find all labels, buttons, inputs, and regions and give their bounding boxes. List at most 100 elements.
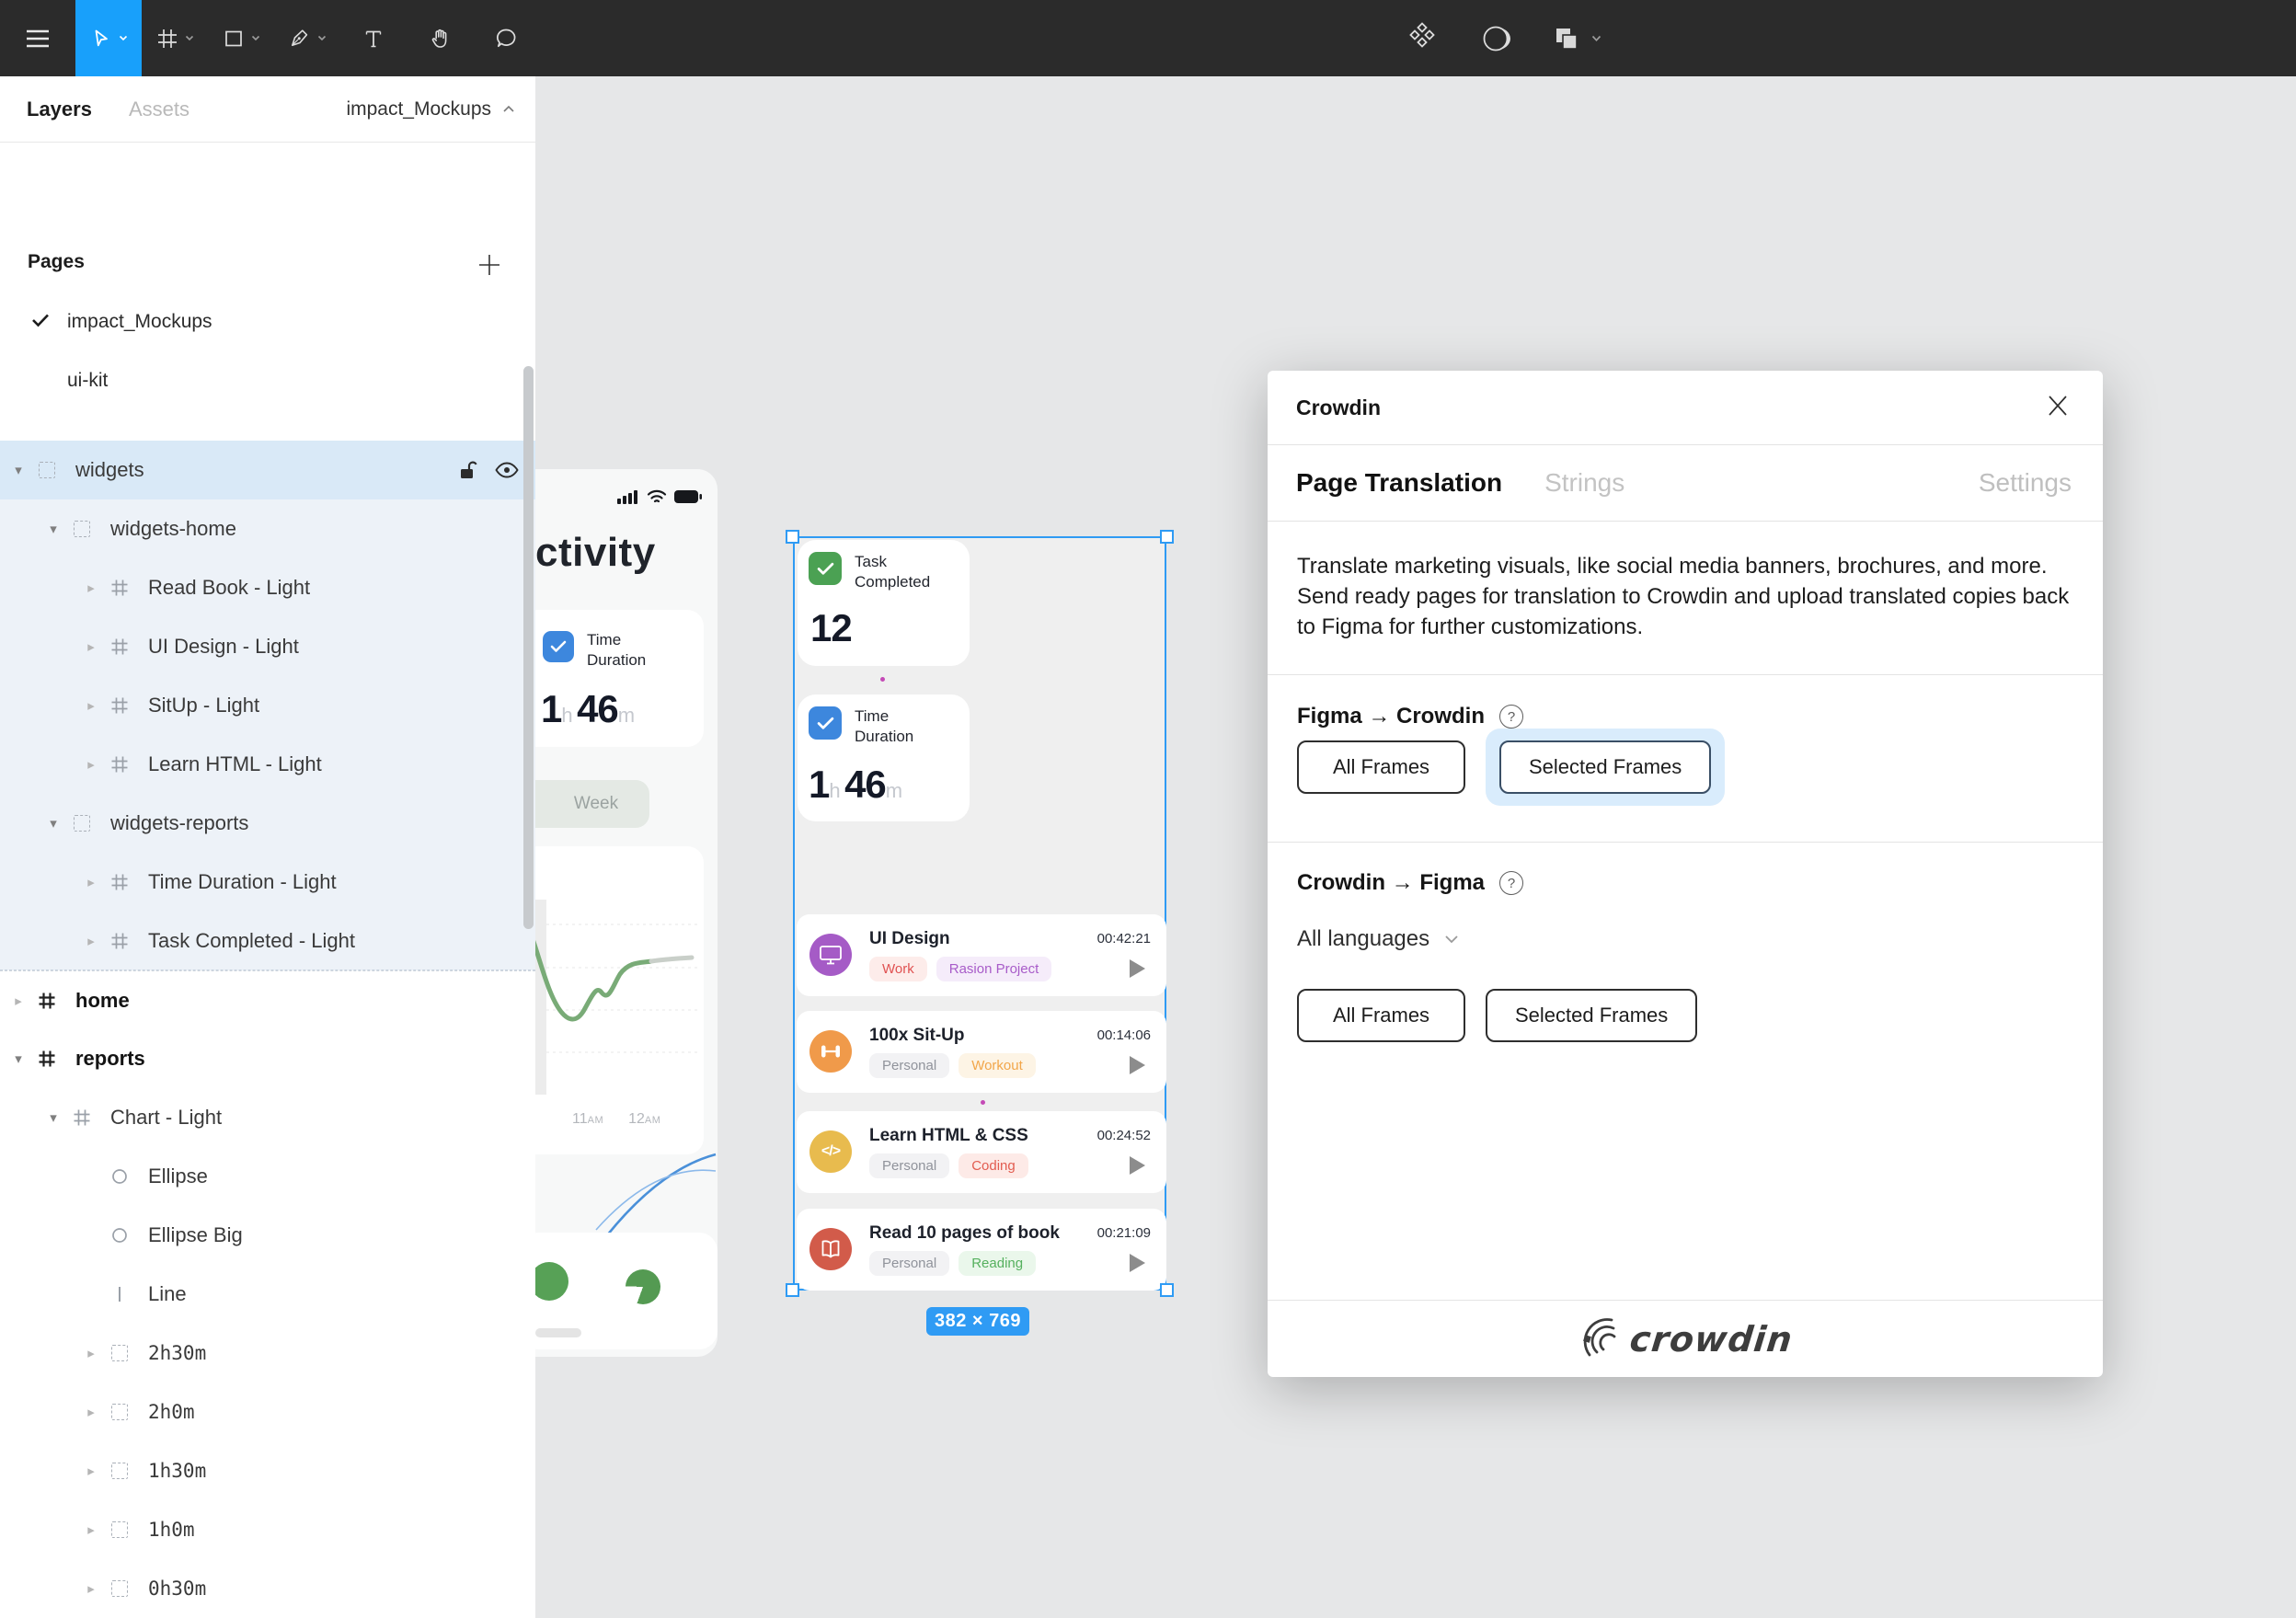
layer-row-widgets-home[interactable]: ▾ widgets-home (0, 499, 535, 558)
task-category-icon (809, 1030, 852, 1073)
tab-strings[interactable]: Strings (1544, 468, 1624, 498)
group-icon (111, 1463, 128, 1479)
widget-value: 12 (810, 606, 853, 649)
shape-tool-button[interactable] (208, 0, 274, 76)
collapse-chevron-icon[interactable]: ▸ (80, 579, 102, 596)
selected-frames-button[interactable]: Selected Frames (1499, 740, 1712, 794)
text-tool-button[interactable] (340, 0, 407, 76)
mockup-widgets-home[interactable]: ctivity Time Duration 1h 46m Week 11AM 1… (535, 469, 718, 1357)
layer-row-ui-design-light[interactable]: ▸ UI Design - Light (0, 617, 535, 676)
task-completed-widget[interactable]: Task Completed 12 (798, 540, 970, 666)
play-button[interactable] (1130, 1254, 1145, 1272)
layer-row-2h0m[interactable]: ▸ 2h0m (0, 1383, 535, 1441)
page-selector[interactable]: impact_Mockups (346, 98, 515, 120)
tab-layers[interactable]: Layers (27, 98, 92, 121)
selection-handle-top-right[interactable] (1160, 530, 1174, 544)
move-tool-button[interactable] (75, 0, 142, 76)
collapse-chevron-icon[interactable]: ▸ (80, 1521, 102, 1538)
dialog-tabs: Page Translation Strings Settings (1268, 445, 2103, 522)
unlock-icon[interactable] (458, 459, 478, 481)
frame-tool-button[interactable] (142, 0, 208, 76)
language-selector[interactable]: All languages (1297, 926, 1459, 952)
play-button[interactable] (1130, 1156, 1145, 1175)
layer-row-ellipse[interactable]: Ellipse (0, 1147, 535, 1206)
all-frames-button[interactable]: All Frames (1297, 740, 1465, 794)
hand-tool-button[interactable] (407, 0, 473, 76)
all-frames-button[interactable]: All Frames (1297, 989, 1465, 1042)
tab-assets[interactable]: Assets (129, 98, 189, 121)
collapse-chevron-icon[interactable]: ▸ (7, 993, 29, 1009)
task-title: 100x Sit-Up (869, 1026, 965, 1045)
layer-row-widgets[interactable]: ▾ widgets (0, 441, 535, 499)
tab-settings[interactable]: Settings (1979, 468, 2072, 498)
page-item-ui-kit[interactable]: ui-kit (0, 360, 535, 402)
task-card-read-10-pages-of-book[interactable]: Read 10 pages of book 00:21:09 Personal Rea… (797, 1209, 1166, 1291)
page-item-impact-mockups[interactable]: impact_Mockups (0, 301, 535, 343)
help-icon[interactable]: ? (1499, 705, 1523, 729)
selection-handle-bottom-right[interactable] (1160, 1283, 1174, 1297)
layer-name: 2h0m (148, 1401, 195, 1423)
visible-eye-icon[interactable] (495, 461, 519, 479)
collapse-chevron-icon[interactable]: ▸ (80, 1463, 102, 1479)
collapse-chevron-icon[interactable]: ▸ (80, 638, 102, 655)
selected-frames-button[interactable]: Selected Frames (1486, 989, 1698, 1042)
task-card-learn-html-css[interactable]: </> Learn HTML & CSS 00:24:52 Personal Codin… (797, 1111, 1166, 1193)
line-icon (119, 1287, 121, 1302)
collapse-chevron-icon[interactable]: ▸ (80, 1404, 102, 1420)
layer-row-2h30m[interactable]: ▸ 2h30m (0, 1324, 535, 1383)
collapse-chevron-icon[interactable]: ▸ (80, 697, 102, 714)
play-button[interactable] (1130, 1056, 1145, 1074)
layer-row-situp-light[interactable]: ▸ SitUp - Light (0, 676, 535, 735)
collapse-chevron-icon[interactable]: ▸ (80, 1580, 102, 1597)
collapse-chevron-icon[interactable]: ▸ (80, 874, 102, 890)
selection-handle-top-left[interactable] (786, 530, 799, 544)
task-card-100x-sit-up[interactable]: 100x Sit-Up 00:14:06 Personal Workout (797, 1011, 1166, 1093)
expand-chevron-icon[interactable]: ▾ (42, 815, 64, 832)
layer-row-chart-light[interactable]: ▾ Chart - Light (0, 1088, 535, 1147)
layer-row-0h30m[interactable]: ▸ 0h30m (0, 1559, 535, 1618)
layer-row-read-book-light[interactable]: ▸ Read Book - Light (0, 558, 535, 617)
layer-row-learn-html-light[interactable]: ▸ Learn HTML - Light (0, 735, 535, 794)
pen-tool-button[interactable] (274, 0, 340, 76)
cursor-icon (95, 29, 108, 46)
boolean-tool-button[interactable] (1553, 25, 1601, 52)
layer-row-line[interactable]: Line (0, 1265, 535, 1324)
selection-handle-bottom-left[interactable] (786, 1283, 799, 1297)
task-card-ui-design[interactable]: UI Design 00:42:21 Work Rasion Project (797, 914, 1166, 996)
expand-chevron-icon[interactable]: ▾ (7, 1050, 29, 1067)
layer-name: 0h30m (148, 1578, 207, 1600)
layer-row-reports[interactable]: ▾ reports (0, 1029, 535, 1088)
comment-tool-button[interactable] (473, 0, 539, 76)
expand-chevron-icon[interactable]: ▾ (42, 521, 64, 537)
expand-chevron-icon[interactable]: ▾ (7, 462, 29, 478)
expand-chevron-icon[interactable]: ▾ (42, 1109, 64, 1126)
group-icon (111, 1580, 128, 1597)
add-page-button[interactable] (477, 253, 501, 281)
collapse-chevron-icon[interactable]: ▸ (80, 933, 102, 949)
time-duration-widget[interactable]: Time Duration 1h 46m (798, 694, 970, 821)
layer-row-task-completed-light[interactable]: ▸ Task Completed - Light (0, 912, 535, 970)
activity-chart-card[interactable]: 11AM 12AM (535, 846, 704, 1154)
layer-row-1h0m[interactable]: ▸ 1h0m (0, 1500, 535, 1559)
close-icon (2049, 395, 2067, 416)
collapse-chevron-icon[interactable]: ▸ (80, 1345, 102, 1361)
time-duration-widget[interactable]: Time Duration 1h 46m (535, 610, 704, 747)
play-button[interactable] (1130, 959, 1145, 978)
week-toggle[interactable]: Week (535, 780, 649, 828)
component-tool-button[interactable] (1406, 21, 1439, 55)
layer-row-ellipse-big[interactable]: Ellipse Big (0, 1206, 535, 1265)
pie-chart-card[interactable] (535, 1233, 718, 1349)
collapse-chevron-icon[interactable]: ▸ (80, 756, 102, 773)
page-selector-label: impact_Mockups (346, 98, 491, 120)
mask-tool-button[interactable] (1481, 24, 1510, 53)
close-button[interactable] (2040, 388, 2075, 428)
selected-frame-widgets-reports[interactable]: Task Completed 12 Time Duration 1h 46m U… (793, 536, 1166, 1291)
help-icon[interactable]: ? (1499, 871, 1523, 895)
layer-row-time-duration-light[interactable]: ▸ Time Duration - Light (0, 853, 535, 912)
layer-row-home[interactable]: ▸ home (0, 970, 535, 1029)
sidebar-scrollbar[interactable] (523, 366, 534, 929)
layer-row-1h30m[interactable]: ▸ 1h30m (0, 1441, 535, 1500)
layer-row-widgets-reports[interactable]: ▾ widgets-reports (0, 794, 535, 853)
tab-page-translation[interactable]: Page Translation (1296, 468, 1502, 498)
main-menu-button[interactable] (0, 0, 75, 76)
